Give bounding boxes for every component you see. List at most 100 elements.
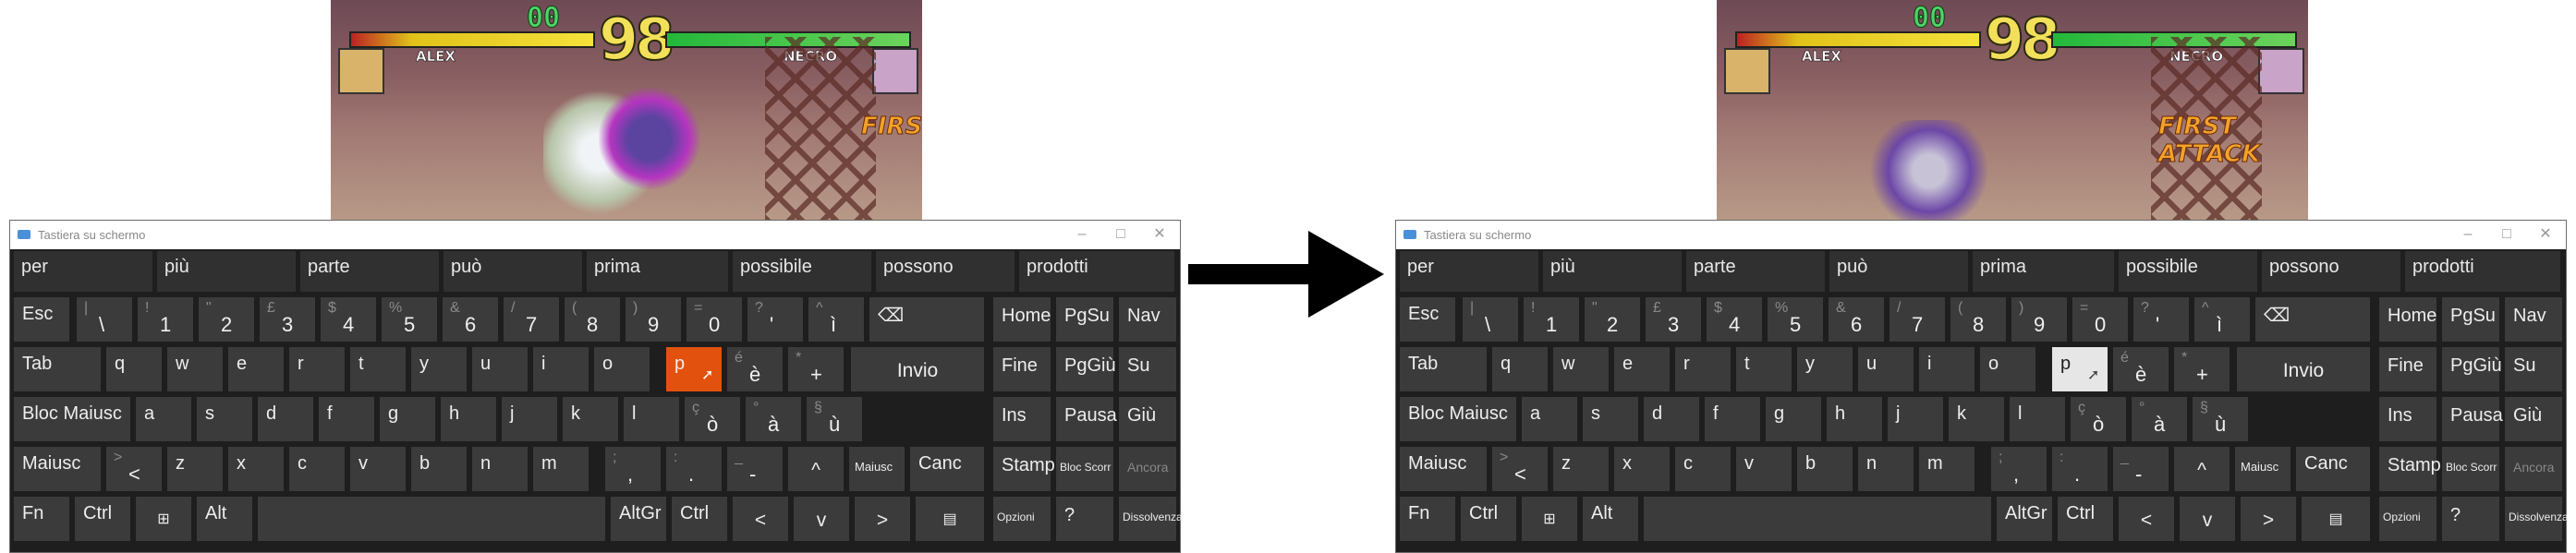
key-g[interactable]: g <box>1766 397 1821 441</box>
key-ancora[interactable]: Ancora <box>2505 447 2562 491</box>
suggestion-2[interactable]: parte <box>300 251 439 292</box>
key-j[interactable]: j <box>502 397 557 441</box>
key-invio[interactable]: Invio <box>2237 347 2370 391</box>
key-n5[interactable]: % 5 <box>382 297 437 342</box>
key-n7[interactable]: /7 <box>504 297 559 342</box>
key-y[interactable]: y <box>1797 347 1853 391</box>
key-n9[interactable]: ) 9 <box>2011 297 2067 342</box>
key-t[interactable]: t <box>1736 347 1792 391</box>
key-caps[interactable]: Bloc Maiusc <box>1400 397 1516 441</box>
key-period[interactable]: :. <box>666 447 722 491</box>
key-lt[interactable]: > < <box>1492 447 1548 491</box>
key-caps[interactable]: Bloc Maiusc <box>14 397 130 441</box>
suggestion-1[interactable]: più <box>157 251 296 292</box>
key-backspace[interactable]: ⌫ <box>869 297 984 342</box>
key-home[interactable]: Home <box>993 297 1051 342</box>
key-n0[interactable]: = 0 <box>2072 297 2128 342</box>
suggestion-4[interactable]: prima <box>1973 251 2114 292</box>
key-i[interactable]: i <box>1919 347 1975 391</box>
key-n8[interactable]: (8 <box>565 297 620 342</box>
key-canc[interactable]: Canc <box>910 447 984 491</box>
minimize-button[interactable]: – <box>2451 224 2485 245</box>
maximize-button[interactable]: □ <box>2490 224 2523 245</box>
key-igrave[interactable]: ^ ì <box>808 297 864 342</box>
key-right[interactable]: > <box>855 497 910 541</box>
key-d[interactable]: d <box>258 397 313 441</box>
key-dissolvenza[interactable]: Dissolvenza <box>1119 497 1183 541</box>
key-a[interactable]: a <box>136 397 191 441</box>
key-ancora[interactable]: Ancora <box>1119 447 1176 491</box>
key-l[interactable]: l <box>2010 397 2065 441</box>
key-g[interactable]: g <box>380 397 435 441</box>
key-q[interactable]: q <box>1492 347 1548 391</box>
key-space[interactable] <box>1644 497 1991 541</box>
key-ugrave[interactable]: § ù <box>2193 397 2248 441</box>
key-minus[interactable]: _ - <box>2113 447 2169 491</box>
key-period[interactable]: :. <box>2052 447 2108 491</box>
key-r[interactable]: r <box>289 347 345 391</box>
key-minus[interactable]: _ - <box>727 447 783 491</box>
suggestion-1[interactable]: più <box>1543 251 1682 292</box>
suggestion-0[interactable]: per <box>1400 251 1538 292</box>
key-lt[interactable]: > < <box>106 447 162 491</box>
key-n6[interactable]: & 6 <box>443 297 498 342</box>
key-y[interactable]: y <box>411 347 467 391</box>
key-n5[interactable]: % 5 <box>1768 297 1823 342</box>
key-p[interactable]: p ➚ <box>2052 347 2108 391</box>
key-p[interactable]: p ➚ <box>666 347 722 391</box>
key-k[interactable]: k <box>1949 397 2004 441</box>
key-n0[interactable]: = 0 <box>687 297 742 342</box>
key-ugrave[interactable]: § ù <box>807 397 862 441</box>
key-ctrl_r[interactable]: Ctrl <box>2058 497 2113 541</box>
key-shift[interactable]: Maiusc <box>14 447 101 491</box>
key-canc[interactable]: Canc <box>2296 447 2370 491</box>
key-down[interactable]: v <box>2180 497 2235 541</box>
key-dissolvenza[interactable]: Dissolvenza <box>2505 497 2569 541</box>
key-help[interactable]: ? <box>1056 497 1113 541</box>
key-left[interactable]: < <box>733 497 788 541</box>
close-button[interactable]: ✕ <box>2529 224 2562 245</box>
key-pausa[interactable]: Pausa <box>1056 397 1117 441</box>
key-n6[interactable]: & 6 <box>1829 297 1884 342</box>
key-s[interactable]: s <box>197 397 252 441</box>
key-f[interactable]: f <box>1705 397 1760 441</box>
suggestion-7[interactable]: prodotti <box>2405 251 2560 292</box>
key-h[interactable]: h <box>441 397 496 441</box>
key-fine[interactable]: Fine <box>2379 347 2436 391</box>
key-altgr[interactable]: AltGr <box>611 497 666 541</box>
key-m[interactable]: m <box>1919 447 1975 491</box>
suggestion-2[interactable]: parte <box>1686 251 1825 292</box>
key-u[interactable]: u <box>1858 347 1914 391</box>
key-apos[interactable]: ? ' <box>747 297 803 342</box>
key-n4[interactable]: $4 <box>321 297 376 342</box>
key-x[interactable]: x <box>1614 447 1670 491</box>
suggestion-6[interactable]: possono <box>2262 251 2400 292</box>
key-n[interactable]: n <box>1858 447 1914 491</box>
key-i[interactable]: i <box>533 347 589 391</box>
key-ograve[interactable]: çò <box>685 397 740 441</box>
key-pgsu[interactable]: PgSu <box>2442 297 2499 342</box>
key-up[interactable]: ^ <box>2174 447 2230 491</box>
maximize-button[interactable]: □ <box>1104 224 1137 245</box>
key-ctrl[interactable]: Ctrl <box>1461 497 1516 541</box>
key-f[interactable]: f <box>319 397 374 441</box>
suggestion-5[interactable]: possibile <box>2119 251 2257 292</box>
key-w[interactable]: w <box>167 347 223 391</box>
key-ograve[interactable]: çò <box>2071 397 2126 441</box>
close-button[interactable]: ✕ <box>1143 224 1176 245</box>
key-giu[interactable]: Giù <box>1119 397 1176 441</box>
key-c[interactable]: c <box>289 447 345 491</box>
key-z[interactable]: z <box>167 447 223 491</box>
key-v[interactable]: v <box>1736 447 1792 491</box>
key-opzioni[interactable]: Opzioni <box>993 497 1051 541</box>
key-o[interactable]: o <box>1980 347 2035 391</box>
key-apos[interactable]: ? ' <box>2133 297 2189 342</box>
key-blocscorr[interactable]: Bloc Scorr <box>2442 447 2499 491</box>
key-plus[interactable]: * + <box>2174 347 2230 391</box>
key-x[interactable]: x <box>228 447 284 491</box>
key-win[interactable]: ⊞ <box>136 497 191 541</box>
key-shift[interactable]: Maiusc <box>1400 447 1487 491</box>
key-igrave[interactable]: ^ ì <box>2194 297 2250 342</box>
key-right[interactable]: > <box>2241 497 2296 541</box>
key-alt[interactable]: Alt <box>1583 497 1638 541</box>
